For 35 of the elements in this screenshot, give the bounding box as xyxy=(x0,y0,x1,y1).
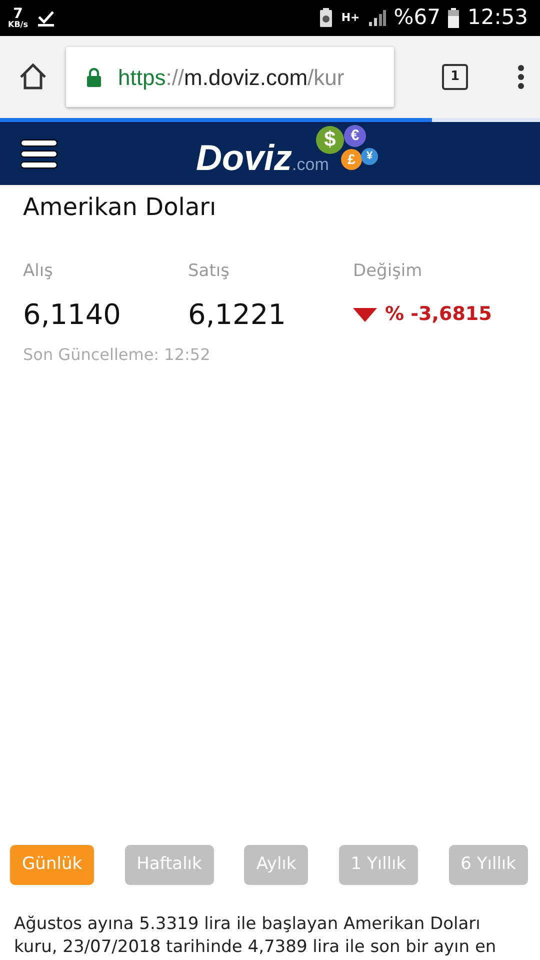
speed-unit: KB/s xyxy=(8,21,28,29)
column-label: Değişim xyxy=(353,260,424,283)
coin-icon: € xyxy=(344,125,366,147)
status-time: 12:53 xyxy=(467,4,528,32)
description-text: Ağustos ayına 5.3319 lira ile başlayan Amerikan Doları kuru, 23/07/2018 tarihinde 4,7389 lira ile son bir ayın en xyxy=(13,913,498,959)
more-menu-icon[interactable] xyxy=(516,64,526,90)
column-label: Alış xyxy=(23,260,54,283)
period-tab[interactable]: 6 Yıllık xyxy=(448,845,528,885)
period-tab[interactable]: Günlük xyxy=(10,845,94,885)
currency-title: Amerikan Doları xyxy=(23,192,218,223)
network-type: H+ xyxy=(341,10,360,26)
download-done-icon xyxy=(36,9,56,27)
battery-percent: %67 xyxy=(394,4,440,32)
home-icon[interactable] xyxy=(18,62,48,92)
coin-icon: $ xyxy=(316,126,344,154)
column-label: Satış xyxy=(188,260,230,283)
menu-icon[interactable] xyxy=(20,138,58,168)
tab-count-button[interactable]: 1 xyxy=(442,64,468,90)
battery-icon xyxy=(448,8,460,28)
rate-value: 6,1140 xyxy=(23,296,121,332)
rate-value: 6,1221 xyxy=(188,296,286,332)
period-tab[interactable]: Haftalık xyxy=(124,845,214,885)
speed-value: 7 xyxy=(13,7,23,21)
coin-icon: £ xyxy=(341,149,362,170)
logo-suffix: .com xyxy=(292,154,329,176)
lock-icon xyxy=(86,67,102,87)
change-value: % -3,6815 xyxy=(385,302,492,328)
last-updated: Son Güncelleme: 12:52 xyxy=(23,344,212,366)
period-tab[interactable]: 1 Yıllık xyxy=(338,845,418,885)
battery-saver-icon xyxy=(319,8,334,28)
period-tab[interactable]: Aylık xyxy=(244,845,308,885)
logo-name: Doviz xyxy=(196,136,292,180)
signal-icon xyxy=(368,10,386,26)
url-field[interactable]: https://m.doviz.com/kur xyxy=(66,47,394,107)
coin-icon: ¥ xyxy=(361,148,378,165)
